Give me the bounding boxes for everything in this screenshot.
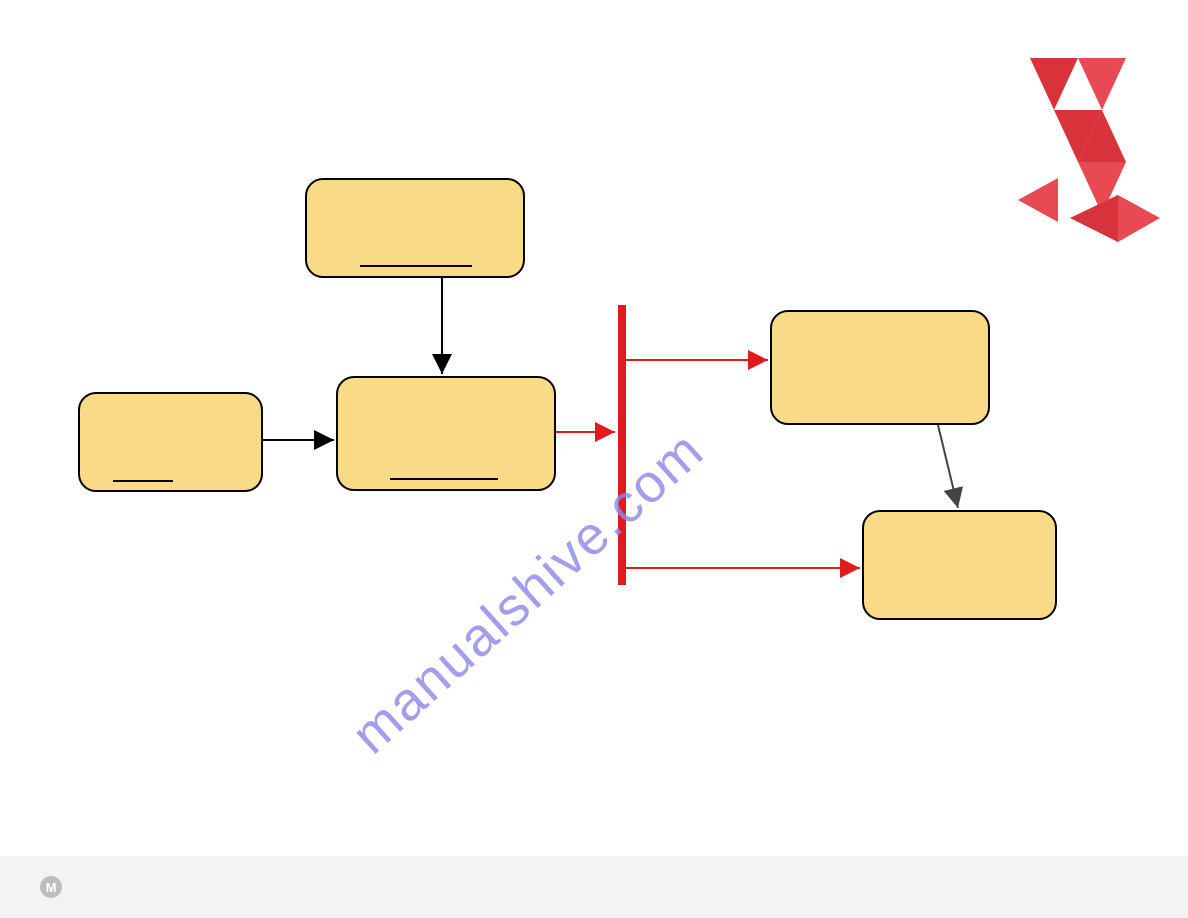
logo-triangle <box>1118 195 1160 242</box>
logo-triangle <box>1078 58 1126 110</box>
node-underline <box>113 480 173 482</box>
footer-bar: M <box>0 856 1188 918</box>
node-underline <box>390 478 498 480</box>
fork-bar <box>618 305 626 585</box>
logo-triangle <box>1078 162 1126 214</box>
node-right-top <box>770 310 990 425</box>
logo-triangle <box>1078 110 1126 162</box>
footer-icon-glyph: M <box>46 880 57 895</box>
logo-triangle <box>1070 195 1118 242</box>
logo-triangle <box>1018 178 1058 222</box>
logo-triangle <box>1054 110 1102 162</box>
node-middle <box>336 376 556 491</box>
node-underline <box>360 265 472 267</box>
diagram-stage: manualshive.com M <box>0 0 1188 918</box>
logo-triangle <box>1030 58 1078 110</box>
node-right-bottom <box>862 510 1057 620</box>
node-left <box>78 392 263 492</box>
arrow-rtop-to-rbot <box>938 425 958 508</box>
motorola-icon: M <box>40 876 62 898</box>
node-top <box>305 178 525 278</box>
